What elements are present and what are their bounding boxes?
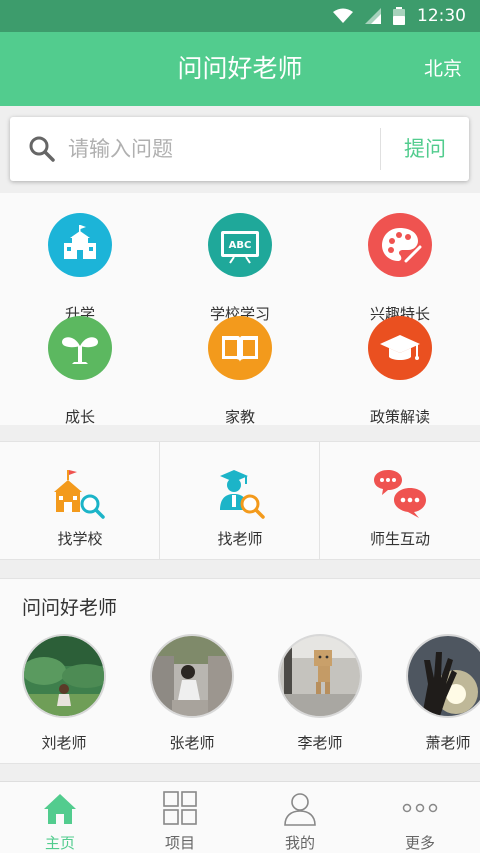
city-selector[interactable]: 北京 [424, 32, 462, 106]
find-teacher-button[interactable]: 找老师 [160, 442, 320, 560]
nav-label: 项目 [164, 834, 195, 852]
category-label: 家教 [224, 408, 255, 426]
teachers-section: 问问好老师 刘老师 张老师 李老师 萧老师 [0, 578, 480, 764]
teacher-name: 刘老师 [41, 734, 87, 752]
quick-label: 找学校 [57, 530, 103, 548]
teacher-name: 张老师 [169, 734, 215, 752]
palette-icon [368, 213, 432, 277]
wifi-icon [333, 8, 353, 23]
page-title: 问问好老师 [177, 54, 303, 83]
chat-bubbles-icon [374, 470, 426, 518]
category-school-study[interactable]: ABC 学校学习 [160, 213, 320, 323]
category-hobbies[interactable]: 兴趣特长 [320, 213, 480, 323]
nav-mine[interactable]: 我的 [240, 782, 360, 853]
category-label: 政策解读 [369, 408, 430, 426]
battery-icon [393, 7, 405, 25]
app-bar: 问问好老师 北京 [0, 32, 480, 106]
nav-label: 我的 [284, 834, 315, 852]
nav-more[interactable]: 更多 [360, 782, 480, 853]
avatar [278, 634, 362, 718]
find-school-icon [54, 470, 105, 519]
bottom-nav: 主页 项目 我的 更多 [0, 781, 480, 853]
status-bar: 12:30 [0, 0, 480, 32]
more-dots-icon [402, 803, 438, 813]
teacher-name: 李老师 [297, 734, 343, 752]
teacher-student-interaction-button[interactable]: 师生互动 [320, 442, 480, 560]
teacher-name: 萧老师 [425, 734, 471, 752]
quick-actions: 找学校 找老师 师生互动 [0, 441, 480, 560]
user-icon [284, 793, 316, 826]
find-teacher-icon [220, 470, 265, 519]
category-growth[interactable]: 成长 [0, 316, 160, 426]
nav-projects[interactable]: 项目 [120, 782, 240, 853]
nav-label: 更多 [404, 834, 435, 852]
grid-icon [163, 791, 197, 825]
category-tutoring[interactable]: 家教 [160, 316, 320, 426]
open-book-icon [208, 316, 272, 380]
nav-home[interactable]: 主页 [0, 782, 120, 853]
category-grid: 升学 ABC 学校学习 兴趣特长 成长 家教 政策解读 [0, 193, 480, 426]
svg-text:ABC: ABC [229, 240, 252, 251]
ask-button[interactable]: 提问 [381, 117, 469, 181]
teacher-card[interactable]: 张老师 [128, 634, 256, 756]
status-time: 12:30 [417, 6, 466, 26]
avatar [22, 634, 106, 718]
category-policy[interactable]: 政策解读 [320, 316, 480, 426]
teacher-card[interactable]: 李老师 [256, 634, 384, 756]
cell-signal-icon [365, 8, 381, 24]
school-building-icon [48, 213, 112, 277]
avatar [150, 634, 234, 718]
teacher-card[interactable]: 刘老师 [0, 634, 128, 756]
search-bar: 提问 [10, 117, 469, 181]
search-input[interactable] [68, 129, 368, 169]
graduation-cap-icon [368, 316, 432, 380]
category-label: 成长 [64, 408, 95, 426]
search-icon [29, 136, 55, 162]
quick-label: 师生互动 [369, 530, 430, 548]
section-title: 问问好老师 [22, 597, 118, 619]
quick-label: 找老师 [217, 530, 263, 548]
home-icon [44, 794, 76, 824]
category-enrollment[interactable]: 升学 [0, 213, 160, 323]
sprout-icon [48, 316, 112, 380]
blackboard-abc-icon: ABC [208, 213, 272, 277]
find-school-button[interactable]: 找学校 [0, 442, 160, 560]
nav-label: 主页 [44, 834, 75, 852]
avatar [406, 634, 480, 718]
teacher-card[interactable]: 萧老师 [384, 634, 480, 756]
